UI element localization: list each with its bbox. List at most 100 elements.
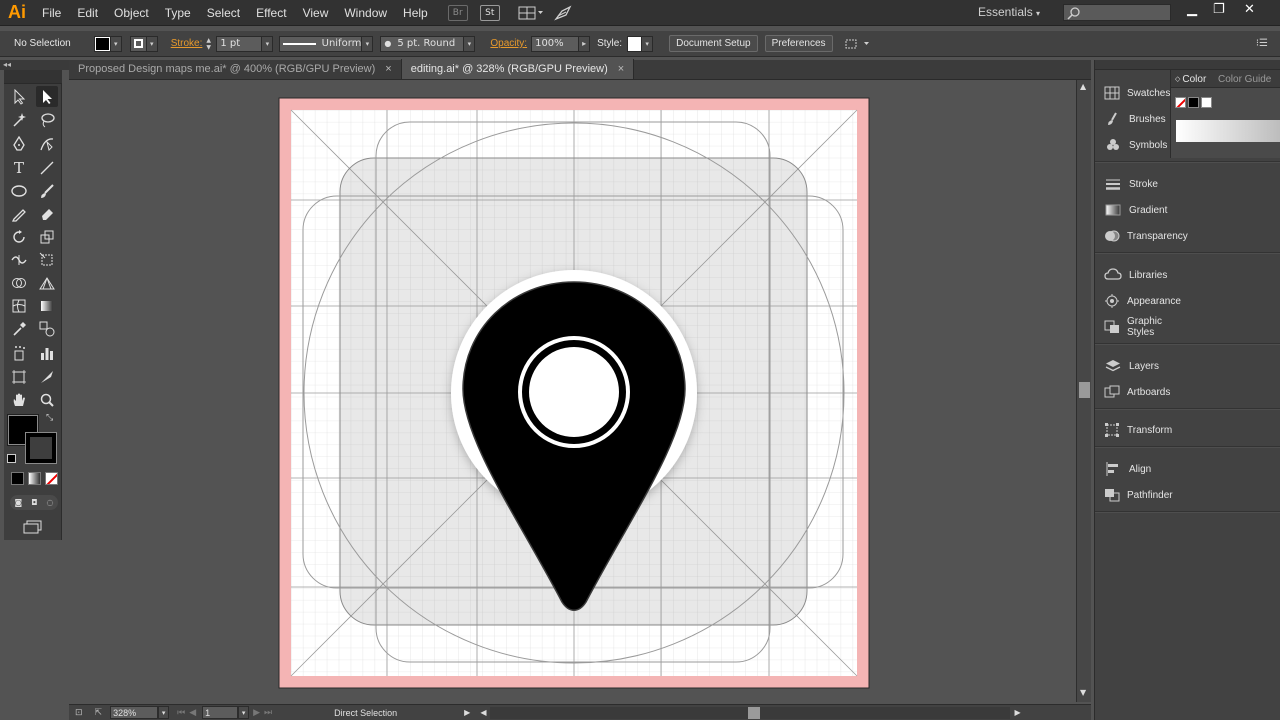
gradient-tool-icon[interactable] — [36, 295, 58, 316]
bridge-button[interactable]: Br — [447, 4, 468, 21]
panel-transform[interactable]: Transform — [1095, 417, 1172, 443]
gradient-mode-icon[interactable] — [28, 472, 41, 485]
panel-layers[interactable]: Layers — [1095, 353, 1169, 379]
scroll-up-icon[interactable]: ▲ — [1080, 82, 1086, 91]
mesh-tool-icon[interactable] — [8, 295, 30, 316]
panel-libraries[interactable]: Libraries — [1095, 262, 1169, 288]
next-artboard-icon[interactable]: ▶ — [253, 707, 260, 718]
zoom-dropdown[interactable]: ▾ — [158, 706, 170, 719]
column-graph-tool-icon[interactable] — [36, 342, 58, 363]
artboard-dropdown[interactable]: ▾ — [238, 706, 250, 719]
pin-inner-dot[interactable] — [529, 347, 619, 437]
ellipse-tool-icon[interactable] — [8, 180, 30, 201]
variable-width-profile[interactable]: Uniform — [279, 35, 363, 52]
panel-gradient[interactable]: Gradient — [1095, 197, 1169, 223]
default-colors-icon[interactable] — [7, 454, 16, 463]
menu-effect[interactable]: Effect — [248, 6, 294, 20]
tab-editing[interactable]: editing.ai* @ 328% (RGB/GPU Preview) × — [401, 59, 635, 79]
white-swatch[interactable] — [1201, 97, 1212, 108]
close-tab-icon[interactable]: × — [385, 63, 391, 75]
panel-brushes[interactable]: Brushes — [1095, 106, 1169, 132]
first-artboard-icon[interactable]: ⏮ — [177, 707, 185, 718]
line-segment-tool-icon[interactable] — [36, 157, 58, 178]
width-tool-icon[interactable] — [8, 249, 30, 270]
menu-help[interactable]: Help — [395, 6, 436, 20]
rotate-tool-icon[interactable] — [8, 226, 30, 247]
fill-dropdown[interactable]: ▾ — [110, 35, 122, 52]
toolbox-collapse-icon[interactable]: ◂◂ — [0, 60, 69, 70]
none-swatch[interactable] — [1175, 97, 1186, 108]
eyedropper-tool-icon[interactable] — [8, 318, 30, 339]
scroll-right-icon[interactable]: ▶ — [1014, 708, 1020, 717]
tab-color-guide[interactable]: Color Guide — [1218, 70, 1271, 88]
shape-builder-tool-icon[interactable] — [8, 272, 30, 293]
status-menu-arrow[interactable]: ▶ — [464, 708, 470, 717]
panel-pathfinder[interactable]: Pathfinder — [1095, 482, 1173, 508]
menu-edit[interactable]: Edit — [69, 6, 106, 20]
graphic-style-swatch[interactable] — [627, 35, 643, 52]
artboard-tool-icon[interactable] — [8, 366, 30, 387]
zoom-field[interactable]: 328% — [110, 706, 159, 719]
restore-icon[interactable]: ❐ — [1213, 2, 1225, 17]
opacity-label[interactable]: Opacity: — [490, 38, 527, 49]
preferences-button[interactable]: Preferences — [764, 35, 833, 52]
horizontal-scrollbar[interactable] — [490, 706, 1011, 719]
lasso-tool-icon[interactable] — [36, 109, 58, 130]
menu-view[interactable]: View — [295, 6, 337, 20]
stroke-weight-dropdown[interactable]: ▾ — [262, 35, 274, 52]
panel-menu-icon[interactable]: ⁝☰ — [1256, 38, 1268, 49]
panel-artboards[interactable]: Artboards — [1095, 379, 1170, 405]
minimize-icon[interactable]: ▁ — [1187, 2, 1197, 17]
stock-button[interactable]: St — [479, 4, 500, 21]
blend-tool-icon[interactable] — [36, 318, 58, 339]
horizontal-scroll-thumb[interactable] — [748, 706, 761, 719]
close-icon[interactable]: ✕ — [1244, 2, 1255, 17]
menu-type[interactable]: Type — [157, 6, 199, 20]
panel-stroke[interactable]: Stroke — [1095, 171, 1169, 197]
grayscale-spectrum[interactable] — [1176, 120, 1280, 142]
tab-proposed-design[interactable]: Proposed Design maps me.ai* @ 400% (RGB/… — [69, 59, 402, 79]
panel-symbols[interactable]: Symbols — [1095, 132, 1169, 158]
none-mode-icon[interactable] — [45, 472, 58, 485]
panel-transparency[interactable]: Transparency — [1095, 223, 1188, 249]
fill-color-swatch[interactable] — [93, 35, 111, 52]
swap-fill-stroke-icon[interactable]: ⤡ — [46, 413, 53, 423]
color-mode-icon[interactable] — [11, 472, 24, 485]
opacity-field[interactable]: 100% — [531, 35, 580, 52]
stroke-weight-stepper[interactable]: ▲ ▼ — [206, 36, 216, 52]
perspective-grid-tool-icon[interactable] — [36, 272, 58, 293]
scroll-down-icon[interactable]: ▼ — [1080, 688, 1086, 697]
gpu-performance-icon[interactable] — [553, 5, 572, 21]
artwork-canvas[interactable] — [69, 80, 1074, 702]
drawing-modes-icon[interactable]: ◙ ◘ ◌ — [10, 495, 58, 510]
paintbrush-tool-icon[interactable] — [36, 180, 58, 201]
type-tool-icon[interactable]: T — [8, 157, 30, 178]
panel-graphic-styles[interactable]: Graphic Styles — [1095, 314, 1169, 340]
color-panel[interactable]: ◇ Color Color Guide — [1170, 70, 1280, 158]
stroke-dropdown[interactable]: ▾ — [146, 35, 158, 52]
last-artboard-icon[interactable]: ⏭ — [264, 707, 272, 718]
scale-tool-icon[interactable] — [36, 226, 58, 247]
opacity-arrow[interactable]: ▸ — [579, 35, 591, 52]
magic-wand-tool-icon[interactable] — [8, 109, 30, 130]
direct-selection-tool-icon[interactable] — [36, 86, 58, 107]
panel-appearance[interactable]: Appearance — [1095, 288, 1181, 314]
menu-object[interactable]: Object — [106, 6, 157, 20]
black-swatch[interactable] — [1188, 97, 1199, 108]
transform-options-icon[interactable] — [844, 37, 872, 51]
prev-artboard-icon[interactable]: ◀ — [189, 707, 196, 718]
panel-align[interactable]: Align — [1095, 456, 1169, 482]
zoom-tool-icon[interactable] — [36, 389, 58, 410]
hand-tool-icon[interactable] — [8, 389, 30, 410]
slice-tool-icon[interactable] — [36, 366, 58, 387]
pen-tool-icon[interactable] — [8, 133, 30, 154]
menu-select[interactable]: Select — [199, 6, 248, 20]
search-input[interactable] — [1063, 4, 1171, 21]
eraser-tool-icon[interactable] — [36, 203, 58, 224]
scroll-thumb[interactable] — [1079, 382, 1090, 398]
brush-definition[interactable]: ● 5 pt. Round — [380, 35, 465, 52]
graphic-style-dropdown[interactable]: ▾ — [642, 35, 654, 52]
variable-width-dropdown[interactable]: ▾ — [362, 35, 374, 52]
pencil-tool-icon[interactable] — [8, 203, 30, 224]
panel-swatches[interactable]: Swatches — [1095, 80, 1170, 106]
